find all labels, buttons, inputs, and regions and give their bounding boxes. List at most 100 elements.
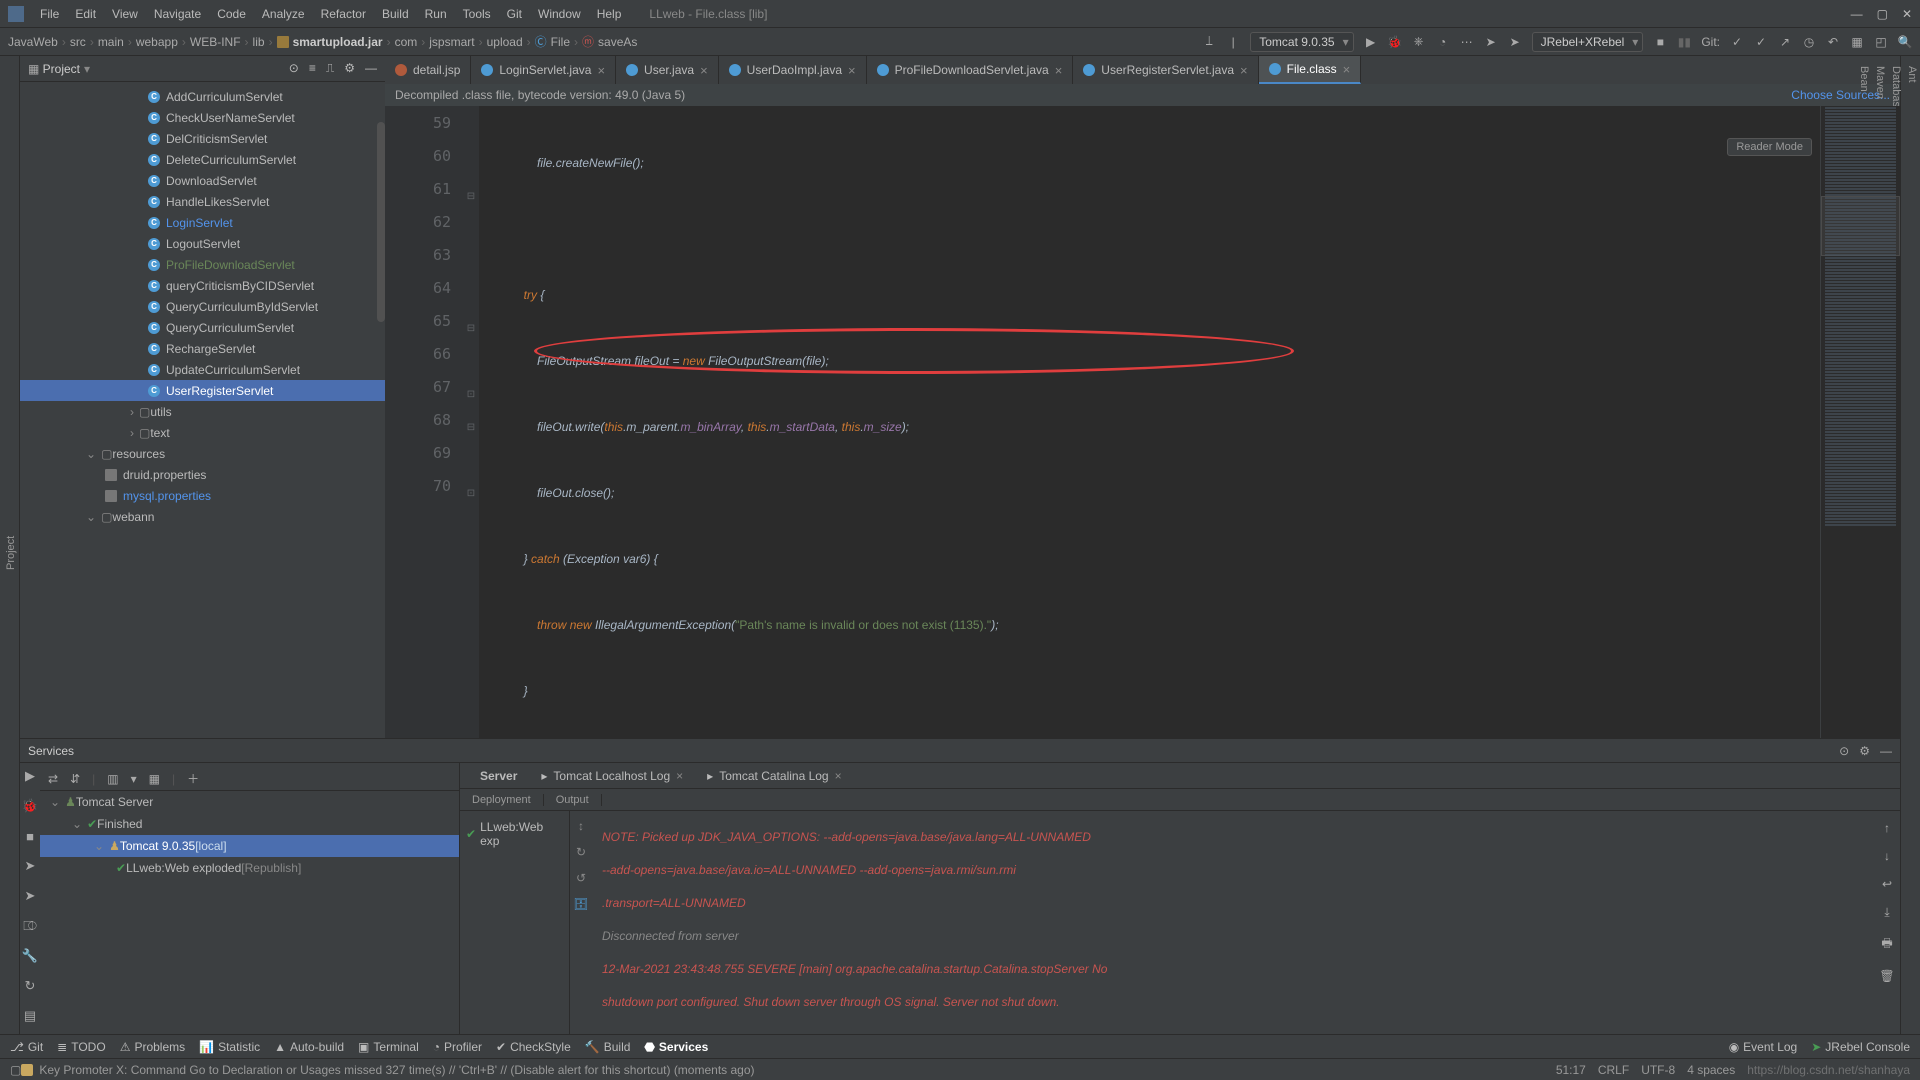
- jrebel-icon[interactable]: ➤: [23, 889, 37, 903]
- tab-profiledownload[interactable]: ProFileDownloadServlet.java×: [867, 56, 1074, 84]
- bottom-checkstyle[interactable]: ✔CheckStyle: [496, 1040, 571, 1054]
- close-tab-icon[interactable]: ×: [1240, 63, 1248, 78]
- bottom-autobuild[interactable]: ▲Auto-build: [274, 1040, 344, 1054]
- settings-icon[interactable]: ⚙: [344, 61, 355, 76]
- breadcrumb-item[interactable]: WEB-INF: [190, 35, 241, 49]
- status-menu-icon[interactable]: ▢: [10, 1063, 21, 1077]
- breadcrumb-item[interactable]: upload: [487, 35, 523, 49]
- clear-icon[interactable]: 🗑: [1879, 969, 1894, 983]
- console-tab-localhost[interactable]: ▸Tomcat Localhost Log×: [531, 765, 693, 787]
- add-icon[interactable]: ＋: [187, 770, 199, 787]
- settings-icon[interactable]: 🔧: [23, 949, 37, 963]
- close-tab-icon[interactable]: ×: [597, 63, 605, 78]
- chevron-down-icon[interactable]: ▾: [84, 62, 90, 76]
- bottom-git[interactable]: ⎇Git: [10, 1040, 43, 1054]
- close-tab-icon[interactable]: ×: [700, 63, 708, 78]
- db-icon[interactable]: 🗄: [573, 897, 588, 911]
- services-node-tomcat[interactable]: ⌄♟ Tomcat 9.0.35 [local]: [40, 835, 459, 857]
- stop-icon[interactable]: ■: [23, 829, 37, 843]
- col-deployment[interactable]: Deployment: [460, 794, 544, 806]
- breadcrumb-item[interactable]: JavaWeb: [8, 35, 58, 49]
- stop-all-icon[interactable]: ▮▮: [1677, 35, 1691, 49]
- console-output[interactable]: NOTE: Picked up JDK_JAVA_OPTIONS: --add-…: [592, 811, 1874, 1034]
- breadcrumb-item[interactable]: src: [70, 35, 86, 49]
- close-tab-icon[interactable]: ×: [848, 63, 856, 78]
- breadcrumb-item[interactable]: smartupload.jar: [293, 35, 383, 49]
- hide-icon[interactable]: —: [1880, 744, 1892, 758]
- breadcrumb-item[interactable]: saveAs: [598, 35, 637, 49]
- jrebel-select[interactable]: JRebel+XRebel: [1532, 32, 1644, 52]
- breadcrumb-item[interactable]: webapp: [136, 35, 178, 49]
- run-config-select[interactable]: Tomcat 9.0.35: [1250, 32, 1353, 52]
- git-push-icon[interactable]: ↗: [1778, 35, 1792, 49]
- right-tab-ant[interactable]: Ant: [1904, 56, 1920, 1050]
- services-tree[interactable]: ⇄ ⇵ | ▥ ▾ ▦ | ＋ ⌄♟ Tomcat Server ⌄✔ Fini…: [40, 763, 460, 1034]
- deployment-list[interactable]: ✔LLweb:Web exp: [460, 811, 570, 1034]
- bottom-todo[interactable]: ≣TODO: [57, 1040, 106, 1054]
- console-tab-server[interactable]: Server: [470, 765, 527, 787]
- git-history-icon[interactable]: ◷: [1802, 35, 1816, 49]
- menu-window[interactable]: Window: [530, 7, 589, 21]
- hide-icon[interactable]: —: [365, 61, 377, 76]
- bottom-problems[interactable]: ⚠Problems: [120, 1040, 185, 1054]
- bottom-terminal[interactable]: ▣Terminal: [358, 1040, 419, 1054]
- tree-folder-resources[interactable]: ⌄▢ resources: [20, 443, 385, 464]
- run-icon[interactable]: ▶: [1364, 35, 1378, 49]
- tree-class-item-selected[interactable]: UserRegisterServlet: [20, 380, 385, 401]
- breadcrumb[interactable]: JavaWeb› src› main› webapp› WEB-INF› lib…: [8, 33, 637, 50]
- services-node-root[interactable]: ⌄♟ Tomcat Server: [40, 791, 459, 813]
- menu-code[interactable]: Code: [209, 7, 254, 21]
- breadcrumb-item[interactable]: main: [98, 35, 124, 49]
- coverage-icon[interactable]: ⎈: [1412, 35, 1426, 49]
- search-icon[interactable]: 🔍: [1898, 35, 1912, 49]
- tab-detail[interactable]: detail.jsp: [385, 56, 471, 84]
- build-icon[interactable]: ⟘: [1202, 35, 1216, 49]
- breadcrumb-item[interactable]: File: [551, 35, 570, 49]
- bottom-jrebelconsole[interactable]: ➤JRebel Console: [1811, 1040, 1910, 1054]
- menu-file[interactable]: File: [32, 7, 67, 21]
- tree-folder-utils[interactable]: ›▢ utils: [20, 401, 385, 422]
- soft-wrap-icon[interactable]: ↩: [1882, 877, 1892, 891]
- tree-file-item[interactable]: mysql.properties: [20, 485, 385, 506]
- git-rollback-icon[interactable]: ↶: [1826, 35, 1840, 49]
- view-icon[interactable]: ▤: [23, 1009, 37, 1023]
- menu-navigate[interactable]: Navigate: [146, 7, 209, 21]
- tree-expand-icon[interactable]: ⇄: [48, 772, 58, 786]
- close-tab-icon[interactable]: ×: [1055, 63, 1063, 78]
- bottom-build[interactable]: 🔨Build: [585, 1040, 631, 1054]
- menu-run[interactable]: Run: [417, 7, 455, 21]
- project-title[interactable]: Project: [28, 62, 80, 76]
- ide-settings-icon[interactable]: ▦: [1850, 35, 1864, 49]
- tab-fileclass[interactable]: File.class×: [1259, 56, 1362, 84]
- debug-icon[interactable]: 🐞: [23, 799, 37, 813]
- maximize-icon[interactable]: ▢: [1877, 7, 1888, 21]
- menu-tools[interactable]: Tools: [455, 7, 499, 21]
- git-update-icon[interactable]: ✓: [1730, 35, 1744, 49]
- bottom-eventlog[interactable]: ◉Event Log: [1729, 1040, 1798, 1054]
- layout-icon[interactable]: ▥: [107, 772, 118, 786]
- expand-icon[interactable]: ≡: [309, 61, 316, 76]
- bottom-services[interactable]: ⬣Services: [644, 1040, 708, 1054]
- git-commit-icon[interactable]: ✓: [1754, 35, 1768, 49]
- menu-view[interactable]: View: [104, 7, 146, 21]
- menu-help[interactable]: Help: [589, 7, 630, 21]
- bottom-statistic[interactable]: 📊Statistic: [199, 1040, 260, 1054]
- status-line-sep[interactable]: CRLF: [1598, 1063, 1629, 1077]
- breadcrumb-item[interactable]: lib: [253, 35, 265, 49]
- ide-maximize-icon[interactable]: ◰: [1874, 35, 1888, 49]
- jrebel-run-icon[interactable]: ➤: [1484, 35, 1498, 49]
- left-tab-project[interactable]: Project: [3, 56, 19, 1050]
- run-icon[interactable]: ▶: [23, 769, 37, 783]
- locate-icon[interactable]: ⊙: [289, 61, 299, 76]
- menu-analyze[interactable]: Analyze: [254, 7, 313, 21]
- services-title[interactable]: Services: [28, 744, 74, 758]
- refresh-icon[interactable]: ↻: [23, 979, 37, 993]
- left-tab-structure[interactable]: Structure: [0, 56, 3, 1050]
- services-settings-icon[interactable]: ⚙: [1859, 744, 1870, 758]
- sync-icon[interactable]: ↕: [578, 819, 584, 833]
- menu-edit[interactable]: Edit: [67, 7, 104, 21]
- filter-icon[interactable]: ▾: [131, 772, 137, 786]
- debug-icon[interactable]: 🐞: [1388, 35, 1402, 49]
- tree-file-item[interactable]: druid.properties: [20, 464, 385, 485]
- minimize-icon[interactable]: —: [1851, 7, 1863, 21]
